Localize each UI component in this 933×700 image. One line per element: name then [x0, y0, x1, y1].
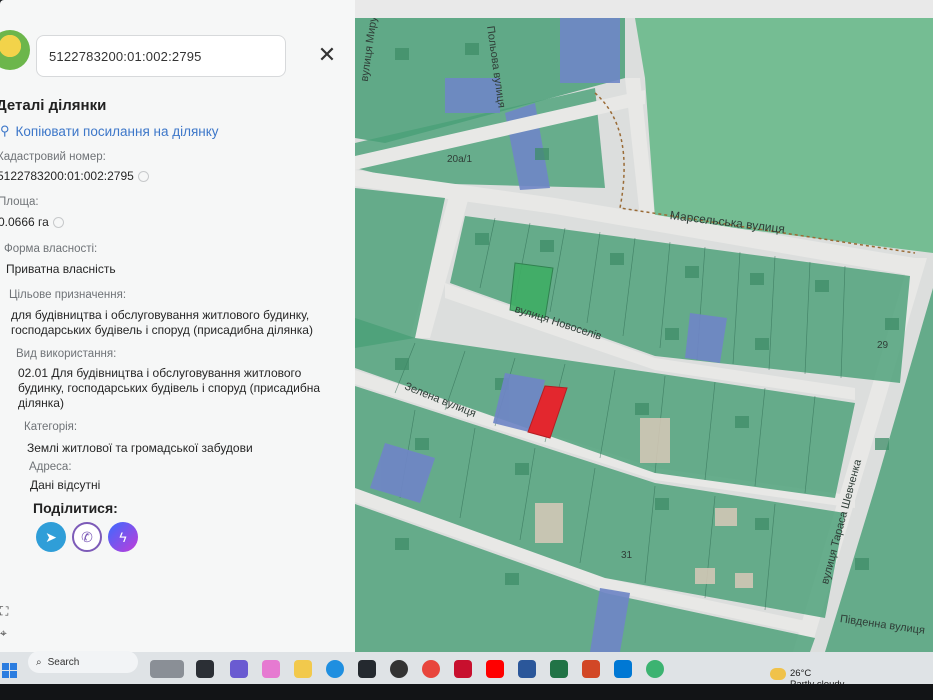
weather-temp: 26°C: [790, 668, 812, 679]
field-label-ownership: Форма власності:: [4, 243, 98, 255]
search-input-value: 5122783200:01:002:2795: [49, 48, 202, 64]
cadastral-number: 5122783200:01:002:2795: [0, 169, 134, 183]
mcafee-icon[interactable]: [454, 660, 472, 678]
messenger-icon[interactable]: ϟ: [108, 522, 138, 552]
measure-icon[interactable]: ⌖: [0, 622, 8, 644]
parcel-details-panel: 5122783200:01:002:2795 ✕ Деталі ділянки …: [0, 0, 355, 652]
file-explorer-icon[interactable]: [294, 660, 312, 678]
field-label-purpose: Цільове призначення:: [9, 289, 127, 301]
field-value-category: Землі житлової та громадської забудови: [27, 441, 253, 455]
house-number: 31: [621, 550, 633, 561]
taskbar-search-label: Search: [47, 656, 80, 668]
layers-icon[interactable]: ⛶: [0, 600, 8, 622]
map-top-strip: [355, 0, 933, 18]
copy-link-label: Копіювати посилання на ділянку: [15, 123, 219, 139]
field-value-cadastral: 5122783200:01:002:2795: [0, 169, 149, 184]
side-tools: ⛶ ⌖: [0, 600, 8, 644]
utorrent-icon[interactable]: [646, 660, 664, 678]
house-number: 29: [877, 340, 889, 351]
field-label-cadastral: Кадастровий номер:: [0, 151, 106, 163]
field-value-address: Дані відсутні: [30, 478, 101, 492]
copilot-icon[interactable]: [262, 660, 280, 678]
widgets-icon[interactable]: [150, 660, 184, 678]
search-icon: ⌕: [36, 656, 42, 668]
edge-icon[interactable]: [326, 660, 344, 678]
store-icon[interactable]: [358, 660, 376, 678]
word-icon[interactable]: [518, 660, 536, 678]
excel-icon[interactable]: [550, 660, 568, 678]
copy-icon[interactable]: [137, 171, 149, 183]
viber-icon[interactable]: ✆: [72, 522, 102, 552]
powerpoint-icon[interactable]: [582, 660, 600, 678]
copy-link-button[interactable]: ⚲ Копіювати посилання на ділянку: [0, 123, 219, 139]
teams-icon[interactable]: [230, 660, 248, 678]
youtube-icon[interactable]: [486, 660, 504, 678]
field-label-address: Адреса:: [29, 461, 72, 473]
cadastral-map[interactable]: вулиця Миру Польова вулиця Марсельська в…: [355, 18, 933, 652]
app-logo[interactable]: [0, 30, 30, 70]
field-label-usage: Вид використання:: [16, 348, 117, 360]
map-canvas[interactable]: [355, 18, 933, 652]
field-value-usage: 02.01 Для будівництва і обслуговування ж…: [18, 366, 321, 410]
field-value-purpose: для будівництва і обслуговування житлово…: [11, 308, 313, 337]
link-icon: ⚲: [0, 123, 10, 138]
field-label-area: Площа:: [0, 196, 39, 208]
field-value-area: 0.0666 га: [0, 215, 64, 230]
weather-icon[interactable]: [770, 668, 786, 680]
close-icon[interactable]: ✕: [316, 44, 338, 66]
windows-start-icon[interactable]: [2, 663, 18, 679]
house-number: 20а/1: [447, 154, 473, 165]
share-title: Поділитися:: [33, 500, 118, 516]
info-icon[interactable]: [52, 217, 64, 229]
task-view-icon[interactable]: [196, 660, 214, 678]
outlook-icon[interactable]: [614, 660, 632, 678]
field-value-ownership: Приватна власність: [6, 262, 116, 276]
dell-icon[interactable]: [390, 660, 408, 678]
taskbar-search[interactable]: ⌕ Search: [28, 651, 138, 673]
search-input[interactable]: 5122783200:01:002:2795: [36, 35, 286, 77]
field-label-category: Категорія:: [24, 421, 78, 433]
chrome-icon[interactable]: [422, 660, 440, 678]
area-value: 0.0666 га: [0, 215, 49, 229]
screen-bezel: [0, 684, 933, 700]
telegram-icon[interactable]: ➤: [36, 522, 66, 552]
panel-title: Деталі ділянки: [0, 97, 107, 114]
